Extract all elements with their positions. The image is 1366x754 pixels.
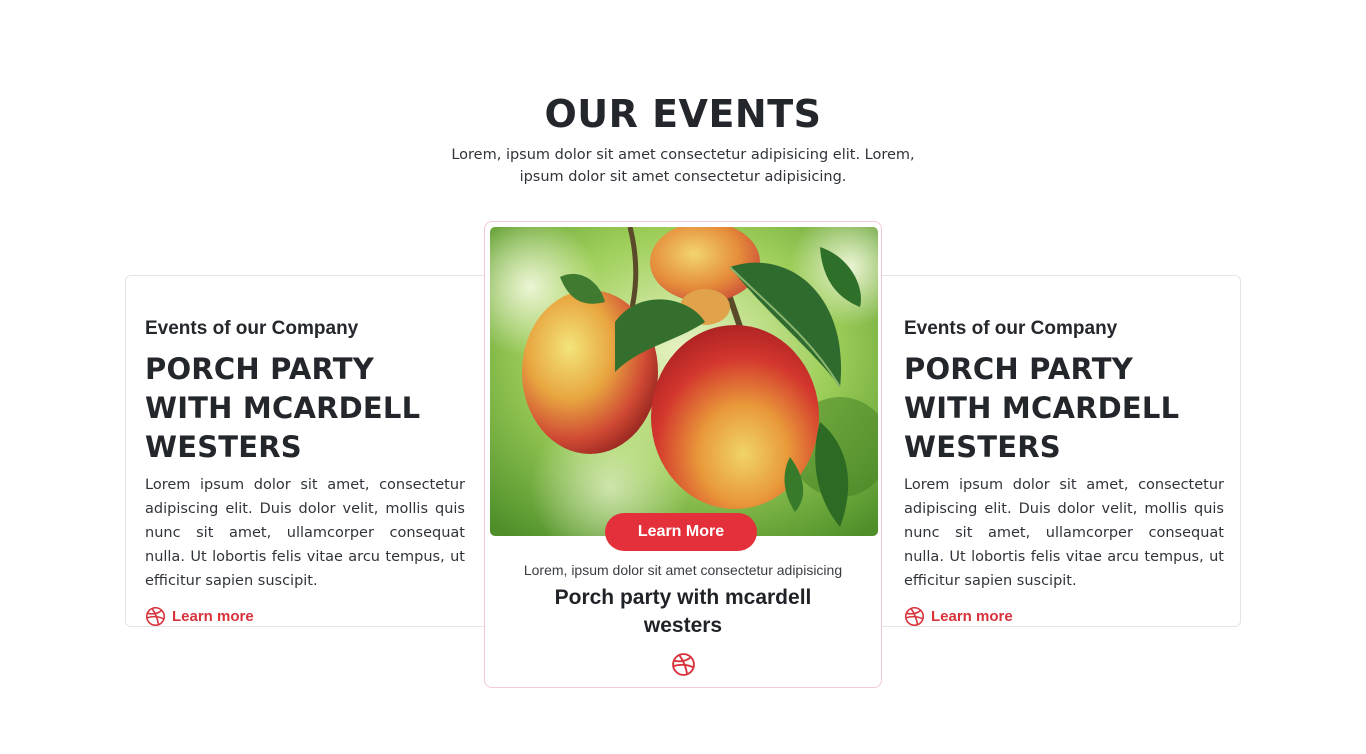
event-kicker: Events of our Company [904, 318, 1118, 339]
event-caption: Lorem, ipsum dolor sit amet consectetur … [523, 562, 843, 578]
dribbble-icon [145, 606, 166, 627]
learn-more-link[interactable]: Learn more [904, 606, 1224, 627]
event-title: PORCH PARTY WITH MCARDELL WESTERS [145, 352, 421, 464]
event-description: Lorem ipsum dolor sit amet, consectetur … [904, 477, 1224, 589]
section-title: OUR EVENTS [544, 92, 822, 136]
dribbble-icon[interactable] [671, 652, 696, 677]
learn-more-label: Learn more [172, 608, 254, 625]
event-card-right: Events of our Company PORCH PARTY WITH M… [866, 275, 1241, 627]
event-kicker: Events of our Company [145, 318, 359, 339]
learn-more-label: Learn more [931, 608, 1013, 625]
section-subtitle: Lorem, ipsum dolor sit amet consectetur … [451, 147, 915, 185]
event-title: Porch party with mcardell westers [554, 586, 812, 637]
learn-more-link[interactable]: Learn more [145, 606, 465, 627]
event-card-left: Events of our Company PORCH PARTY WITH M… [125, 275, 500, 627]
apples-image [490, 227, 878, 536]
event-description: Lorem ipsum dolor sit amet, consectetur … [145, 477, 465, 589]
event-card-featured: Learn More Lorem, ipsum dolor sit amet c… [484, 221, 882, 688]
event-title: PORCH PARTY WITH MCARDELL WESTERS [904, 352, 1180, 464]
learn-more-button[interactable]: Learn More [605, 513, 757, 551]
dribbble-icon [904, 606, 925, 627]
